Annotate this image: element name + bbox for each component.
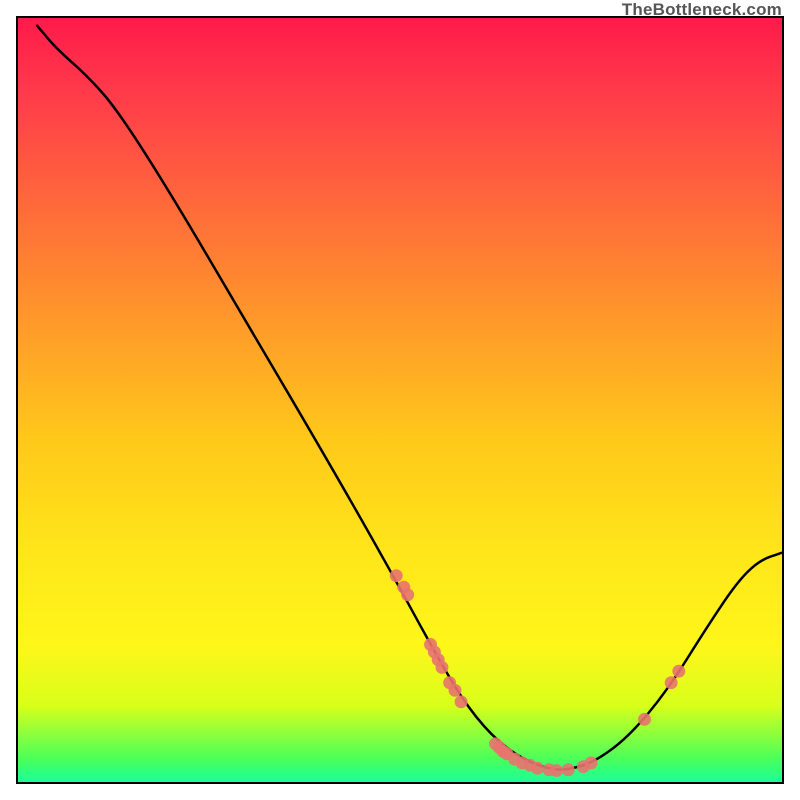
- data-point: [665, 676, 678, 689]
- data-point: [390, 569, 403, 582]
- data-point: [672, 665, 685, 678]
- data-point: [585, 756, 598, 769]
- data-point: [455, 695, 468, 708]
- curve-line: [37, 26, 782, 770]
- plot-area: [16, 16, 784, 784]
- data-point: [550, 764, 563, 777]
- data-point: [401, 588, 414, 601]
- chart-container: TheBottleneck.com: [0, 0, 800, 800]
- chart-svg: [18, 18, 782, 782]
- data-point: [436, 661, 449, 674]
- data-point: [638, 713, 651, 726]
- data-point: [531, 762, 544, 775]
- scatter-group: [390, 569, 686, 777]
- data-point: [449, 684, 462, 697]
- data-point: [562, 763, 575, 776]
